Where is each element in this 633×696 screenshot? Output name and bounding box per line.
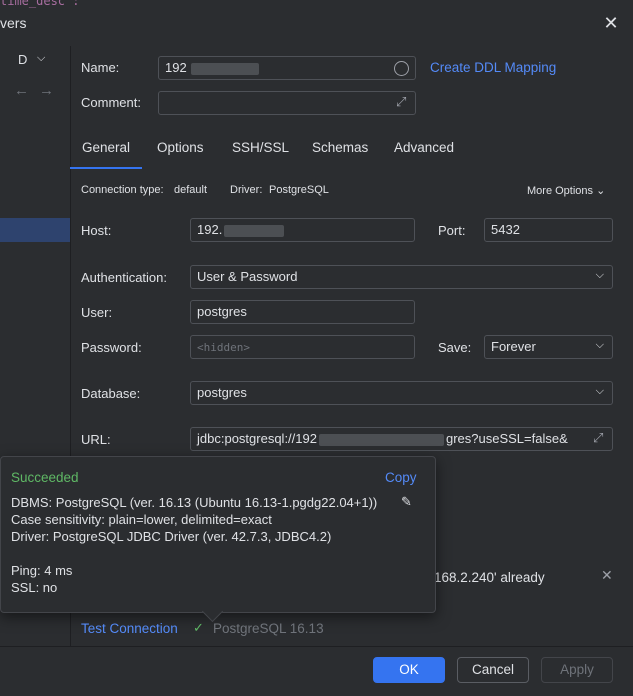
chevron-down-icon[interactable]: ⌵ (37, 52, 45, 65)
test-connection-popup: Succeeded Copy DBMS: PostgreSQL (ver. 16… (0, 456, 436, 613)
database-value: postgres (197, 385, 247, 400)
expand-icon[interactable]: ⤢ (396, 94, 406, 110)
authentication-label: Authentication: (81, 270, 168, 285)
check-icon: ✓ (193, 620, 204, 635)
chevron-down-icon: ⌵ (595, 385, 604, 397)
window-title: vers (0, 15, 27, 31)
create-ddl-mapping-link[interactable]: Create DDL Mapping (430, 60, 556, 75)
driver-link[interactable]: PostgreSQL (269, 184, 329, 196)
driver-line: Driver: PostgreSQL JDBC Driver (ver. 42.… (11, 529, 332, 544)
database-select[interactable]: postgres ⌵ (190, 381, 613, 405)
notification-text: 168.2.240' already (434, 570, 545, 585)
cancel-button[interactable]: Cancel (457, 657, 529, 683)
nav-arrows: ←→ (14, 82, 64, 99)
save-select[interactable]: Forever ⌵ (484, 335, 613, 359)
background-code-text: time_desc : (0, 0, 80, 8)
expand-icon[interactable]: ⤢ (593, 430, 603, 446)
save-value: Forever (491, 339, 536, 354)
close-icon[interactable]: ✕ (601, 567, 613, 584)
chevron-down-icon: ⌵ (595, 339, 604, 351)
test-connection-link[interactable]: Test Connection (81, 621, 178, 636)
selected-data-source-item[interactable] (0, 218, 70, 242)
pencil-icon[interactable]: ✎ (401, 494, 412, 510)
name-field[interactable]: 192 (158, 56, 416, 80)
chevron-down-icon: ⌵ (595, 269, 604, 281)
chevron-down-icon: ⌄ (596, 185, 606, 197)
ok-button[interactable]: OK (373, 657, 445, 683)
tab-ssh-ssl[interactable]: SSH/SSL (232, 130, 289, 166)
ssl-line: SSL: no (11, 580, 58, 595)
ping-line: Ping: 4 ms (11, 563, 73, 578)
url-label: URL: (81, 432, 111, 447)
user-label: User: (81, 305, 113, 320)
status-text: Succeeded (11, 470, 79, 485)
tab-schemas[interactable]: Schemas (312, 130, 368, 166)
host-value: 192. (197, 222, 223, 237)
name-label: Name: (81, 60, 120, 75)
port-field[interactable]: 5432 (484, 218, 613, 242)
authentication-select[interactable]: User & Password ⌵ (190, 265, 613, 289)
user-field[interactable]: postgres (190, 300, 415, 324)
comment-field[interactable] (158, 91, 416, 115)
more-options-link[interactable]: More Options ⌄ (527, 184, 605, 197)
url-field[interactable]: jdbc:postgresql://192 gres?useSSL=false& (190, 427, 613, 451)
tab-general[interactable]: General (82, 130, 130, 166)
authentication-value: User & Password (197, 269, 298, 284)
name-value: 192 (165, 60, 187, 75)
connection-type-link[interactable]: default (174, 184, 207, 196)
host-field[interactable]: 192. (190, 218, 415, 242)
title-bar (0, 0, 633, 46)
redacted-block (190, 62, 259, 75)
color-circle-icon[interactable] (394, 61, 409, 76)
apply-button[interactable]: Apply (541, 657, 613, 683)
port-label: Port: (438, 223, 466, 238)
connection-type-label: Connection type: (81, 184, 164, 196)
more-options-label: More Options (527, 185, 594, 197)
host-label: Host: (81, 223, 112, 238)
forward-arrow-icon[interactable]: → (39, 82, 64, 99)
tab-options[interactable]: Options (157, 130, 204, 166)
case-sensitivity-line: Case sensitivity: plain=lower, delimited… (11, 512, 272, 527)
save-label: Save: (438, 340, 472, 355)
password-field[interactable]: <hidden> (190, 335, 415, 359)
copy-link[interactable]: Copy (385, 470, 417, 485)
password-label: Password: (81, 340, 142, 355)
left-dropdown-value[interactable]: D (18, 52, 27, 67)
back-arrow-icon[interactable]: ← (14, 82, 39, 99)
redacted-block (318, 433, 444, 446)
redacted-block (224, 224, 285, 237)
close-icon[interactable]: ✕ (600, 12, 622, 34)
dbms-line: DBMS: PostgreSQL (ver. 16.13 (Ubuntu 16.… (11, 495, 378, 510)
database-label: Database: (81, 386, 141, 401)
driver-label: Driver: (230, 184, 263, 196)
url-prefix: jdbc:postgresql://192 (197, 431, 317, 446)
active-tab-indicator (70, 167, 142, 169)
test-result-text: PostgreSQL 16.13 (213, 621, 324, 636)
tab-advanced[interactable]: Advanced (394, 130, 454, 166)
comment-label: Comment: (81, 95, 141, 110)
url-suffix: gres?useSSL=false& (445, 431, 568, 446)
footer-divider (0, 646, 633, 647)
